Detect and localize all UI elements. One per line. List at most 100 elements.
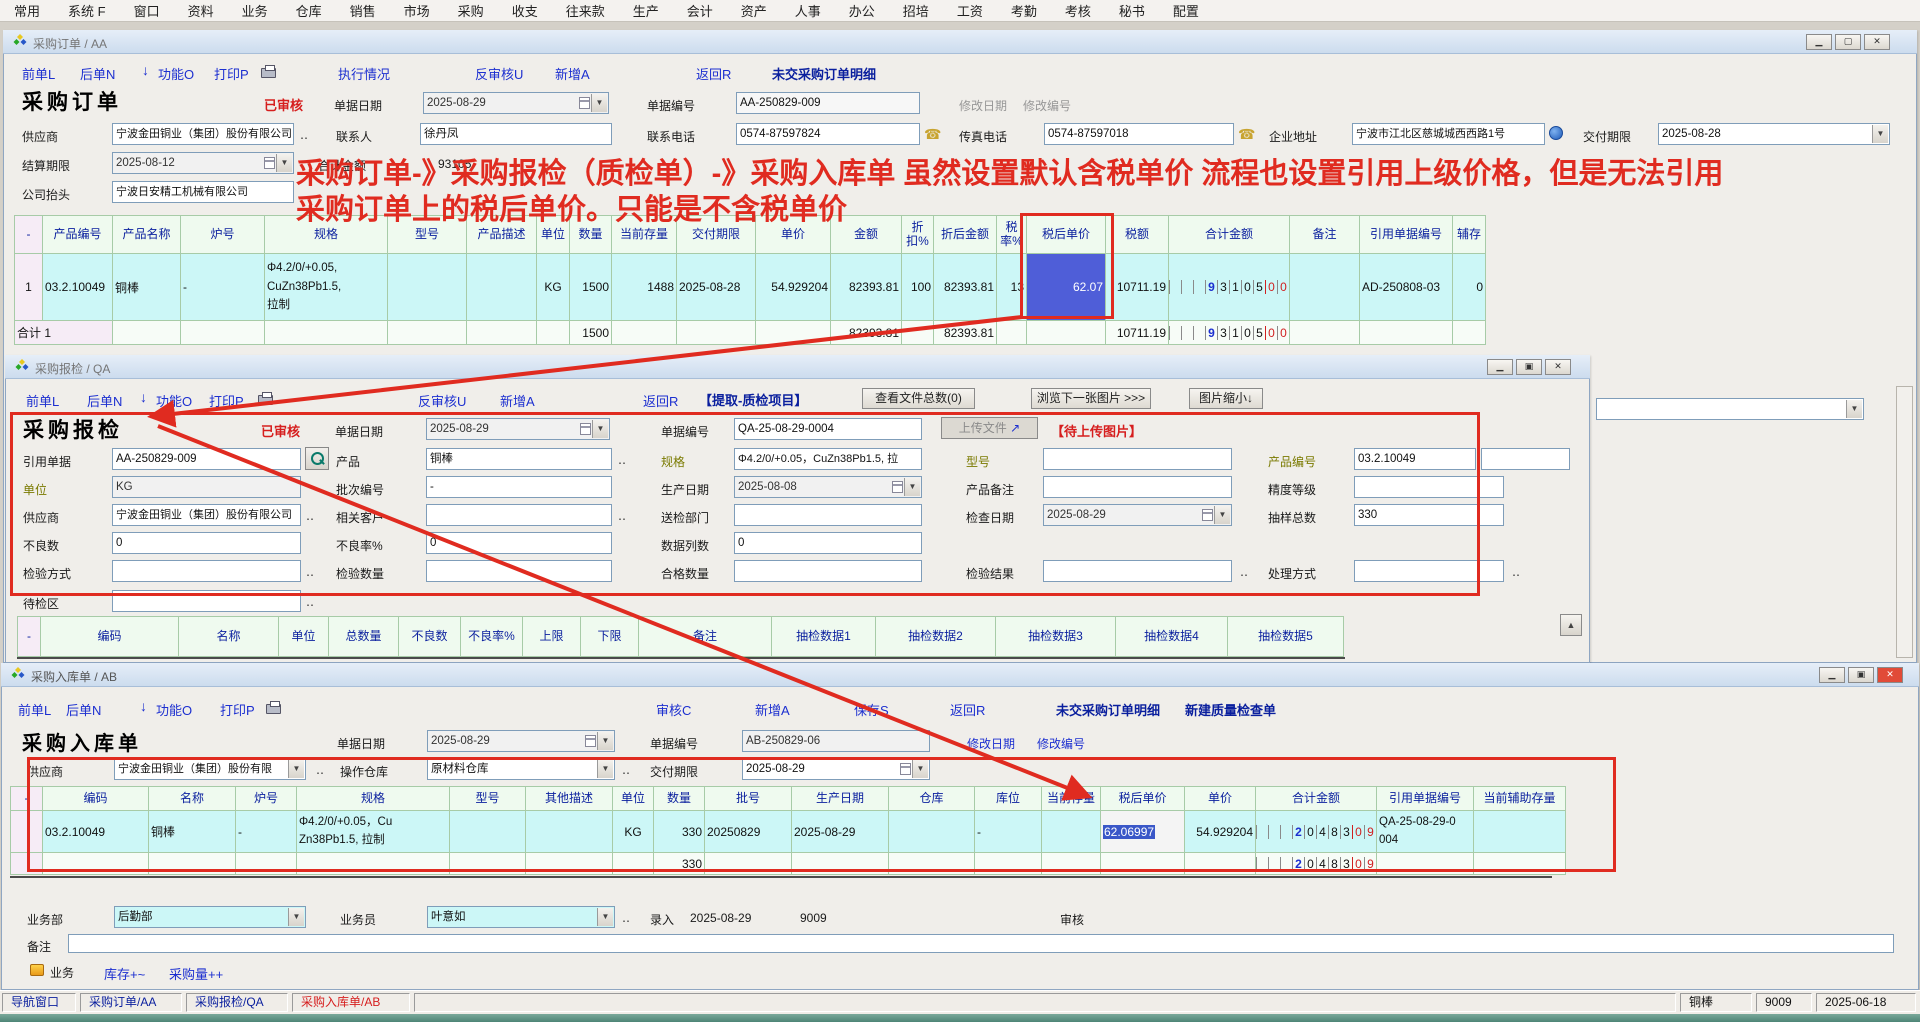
more-dots-icon[interactable]: ‥ <box>622 911 631 925</box>
cell-furnace[interactable]: - <box>236 811 297 853</box>
printer-icon[interactable] <box>258 395 273 405</box>
cell-product-name[interactable]: 铜棒 <box>149 811 236 853</box>
chevron-down-icon[interactable]: ▼ <box>597 732 613 750</box>
qa-checkqty-field[interactable] <box>426 560 612 582</box>
col-header[interactable]: 数量 <box>654 787 705 811</box>
col-header[interactable]: 引用单据编号 <box>1360 216 1453 254</box>
cell-model[interactable] <box>388 254 467 321</box>
qa-supplier-field[interactable]: 宁波金田铜业（集团）股份有限公司 <box>112 504 301 526</box>
col-header[interactable]: 当前存量 <box>1042 787 1101 811</box>
col-header[interactable]: 不良率% <box>461 617 523 657</box>
qa-model-field[interactable] <box>1043 448 1232 470</box>
search-icon[interactable] <box>305 447 329 470</box>
col-header[interactable]: 库位 <box>975 787 1042 811</box>
menu-item[interactable]: 办公 <box>835 1 889 20</box>
po-back-button[interactable]: 返回R <box>696 64 731 83</box>
menu-item[interactable]: 秘书 <box>1105 1 1159 20</box>
po-unaudit-button[interactable]: 反审核U <box>475 64 523 83</box>
qa-datacols-field[interactable]: 0 <box>734 532 922 554</box>
menu-item[interactable]: 会计 <box>673 1 727 20</box>
po-prev-button[interactable]: 前单L <box>22 64 55 83</box>
col-header[interactable]: 生产日期 <box>792 787 889 811</box>
col-header[interactable]: 型号 <box>450 787 526 811</box>
col-header[interactable]: 炉号 <box>236 787 297 811</box>
cell-current-stock[interactable] <box>1042 811 1101 853</box>
qa-prodnote-field[interactable] <box>1043 476 1232 498</box>
cell-discount[interactable]: 100 <box>902 254 934 321</box>
ab-prev-button[interactable]: 前单L <box>18 700 51 719</box>
more-dots-icon[interactable]: ‥ <box>306 509 315 523</box>
qa-titlebar[interactable]: 采购报检 / QA ▁ ▣ ✕ <box>5 355 1590 379</box>
col-header[interactable]: 上限 <box>523 617 581 657</box>
col-header[interactable]: 规格 <box>297 787 450 811</box>
cell-aux-stock[interactable] <box>1474 811 1566 853</box>
minimize-icon[interactable]: ▁ <box>1806 34 1832 50</box>
scroll-up-icon[interactable]: ▲ <box>1560 614 1582 636</box>
col-header[interactable]: 不良数 <box>399 617 461 657</box>
more-dots-icon[interactable]: ‥ <box>306 565 315 579</box>
close-icon[interactable]: ✕ <box>1545 359 1571 375</box>
ab-warehouse-combo[interactable]: 原材料仓库▼ <box>427 758 615 780</box>
more-dots-icon[interactable]: ‥ <box>316 763 325 777</box>
menu-item[interactable]: 工资 <box>943 1 997 20</box>
chevron-down-icon[interactable]: ▼ <box>288 760 304 778</box>
col-header[interactable]: 合计金额 <box>1169 216 1290 254</box>
cell-location[interactable]: - <box>975 811 1042 853</box>
po-side-combo[interactable]: ▼ <box>1596 398 1864 420</box>
cell-batch[interactable]: 20250829 <box>705 811 792 853</box>
po-supplier-field[interactable]: 宁波金田铜业（集团）股份有限公司 <box>112 123 294 145</box>
chevron-down-icon[interactable]: ▼ <box>597 760 613 778</box>
cell-aux[interactable]: 0 <box>1453 254 1486 321</box>
more-dots-icon[interactable]: ‥ <box>622 763 631 777</box>
chevron-down-icon[interactable]: ▼ <box>912 760 928 778</box>
cell-spec[interactable]: Φ4.2/0/+0.05,CuZn38Pb1.5,拉制 <box>265 254 388 321</box>
ab-dept-combo[interactable]: 后勤部▼ <box>114 906 306 928</box>
ab-function-button[interactable]: 功能O <box>156 700 192 719</box>
ab-save-button[interactable]: 保存S <box>854 700 889 719</box>
col-header[interactable]: - <box>11 787 43 811</box>
ab-add-button[interactable]: 新增A <box>755 700 790 719</box>
qa-upload-button[interactable]: 上传文件 ↗ <box>941 417 1038 439</box>
col-header[interactable]: 单位 <box>613 787 654 811</box>
col-header[interactable]: 折后金额 <box>934 216 997 254</box>
close-icon[interactable]: ✕ <box>1877 667 1903 683</box>
cell-total-digit-grid[interactable]: 9 3 1 0 5 0 0 <box>1169 254 1290 321</box>
cell-price[interactable]: 54.929204 <box>756 254 831 321</box>
statusbar-tab-qa[interactable]: 采购报检/QA <box>186 993 288 1012</box>
qa-ref-field[interactable]: AA-250829-009 <box>112 448 301 470</box>
qa-no-field[interactable]: QA-25-08-29-0004 <box>734 418 922 440</box>
cell-furnace[interactable]: - <box>181 254 265 321</box>
cell-ref-no[interactable]: AD-250808-03 <box>1360 254 1453 321</box>
col-header[interactable]: 单价 <box>1185 787 1256 811</box>
po-vertical-scrollbar[interactable] <box>1896 386 1913 658</box>
menu-item[interactable]: 人事 <box>781 1 835 20</box>
qa-sample-field[interactable]: 330 <box>1354 504 1504 526</box>
cell-deliver-date[interactable]: 2025-08-28 <box>677 254 756 321</box>
menu-item[interactable]: 市场 <box>390 1 444 20</box>
po-next-button[interactable]: 后单N <box>80 64 115 83</box>
qa-function-button[interactable]: 功能O <box>156 391 192 410</box>
qa-unit-field[interactable]: KG <box>112 476 301 498</box>
col-header[interactable]: 下限 <box>581 617 639 657</box>
menu-item[interactable]: 业务 <box>228 1 282 20</box>
qa-pcode-field[interactable]: 03.2.10049 <box>1354 448 1476 470</box>
col-header[interactable]: 产品编号 <box>43 216 113 254</box>
ab-stock-link[interactable]: 库存+~ <box>104 964 145 983</box>
menu-item[interactable]: 采购 <box>444 1 498 20</box>
cell-other-desc[interactable] <box>526 811 613 853</box>
qa-method-field[interactable] <box>112 560 301 582</box>
maximize-icon[interactable]: ▣ <box>1848 667 1874 683</box>
col-header[interactable]: 税后单价 <box>1101 787 1185 811</box>
cell-tax-price[interactable]: 62.06997 <box>1101 811 1185 853</box>
qa-precision-field[interactable] <box>1354 476 1504 498</box>
qa-next-image-button[interactable]: 浏览下一张图片 >>> <box>1031 388 1151 409</box>
col-header[interactable]: 总数量 <box>329 617 399 657</box>
ab-date-field[interactable]: 2025-08-29▼ <box>427 730 615 752</box>
cell-total-digit-grid[interactable]: 2 0 4 8 3 0 9 <box>1256 811 1377 853</box>
ab-supplier-combo[interactable]: 宁波金田铜业（集团）股份有限▼ <box>114 758 306 780</box>
cell-desc[interactable] <box>467 254 537 321</box>
menu-item[interactable]: 资料 <box>174 1 228 20</box>
more-dots-icon[interactable]: ‥ <box>1512 565 1521 579</box>
printer-icon[interactable] <box>261 68 276 78</box>
maximize-icon[interactable]: ▢ <box>1835 34 1861 50</box>
